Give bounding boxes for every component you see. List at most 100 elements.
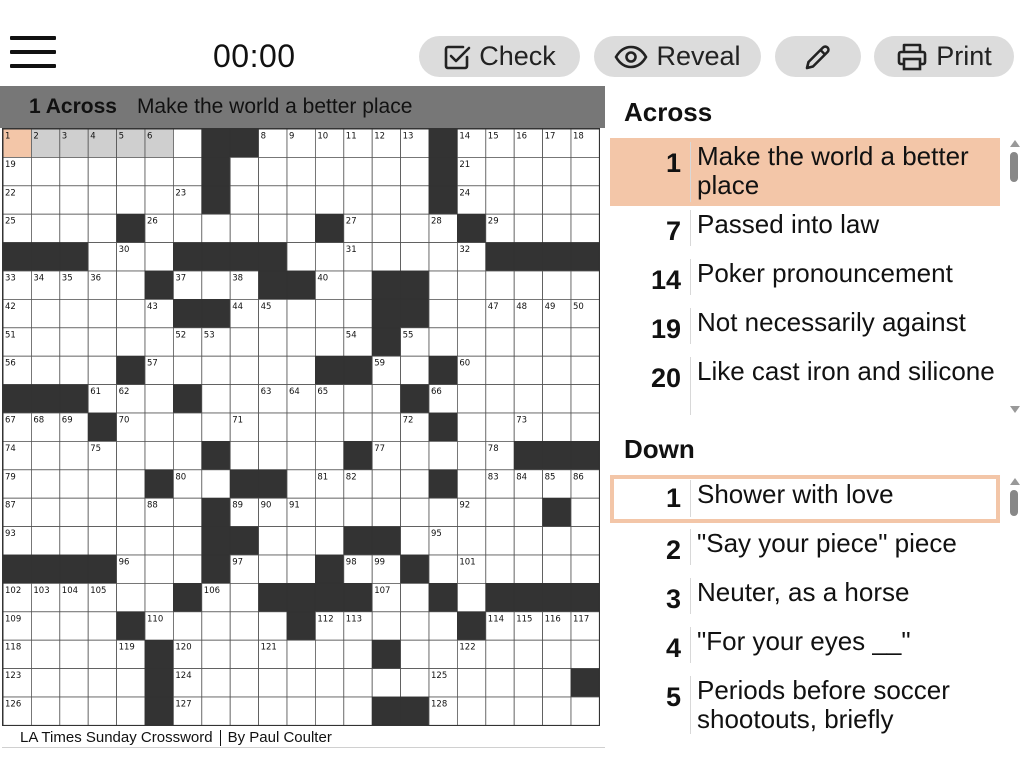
grid-cell[interactable] [116, 440, 146, 471]
grid-cell[interactable] [485, 384, 515, 414]
grid-cell[interactable] [116, 156, 146, 187]
grid-cell[interactable] [87, 185, 117, 215]
grid-cell[interactable] [371, 156, 402, 187]
grid-cell[interactable] [144, 412, 174, 442]
grid-cell[interactable] [314, 526, 345, 556]
grid-cell[interactable] [456, 582, 487, 613]
grid-cell[interactable] [343, 156, 373, 187]
grid-cell[interactable] [570, 213, 600, 243]
reveal-button[interactable]: Reveal [594, 36, 761, 77]
grid-cell[interactable] [59, 668, 89, 698]
scroll-up-arrow[interactable] [1010, 140, 1020, 147]
grid-cell[interactable] [343, 384, 373, 414]
grid-cell[interactable] [286, 242, 316, 272]
grid-cell[interactable] [144, 327, 174, 357]
grid-cell[interactable] [485, 270, 515, 300]
grid-cell[interactable] [144, 526, 174, 556]
grid-cell[interactable] [343, 696, 373, 726]
grid-cell[interactable] [485, 497, 515, 528]
grid-cell[interactable] [30, 298, 61, 329]
grid-cell[interactable] [258, 668, 288, 698]
grid-cell[interactable] [286, 696, 316, 726]
grid-cell[interactable] [30, 668, 61, 698]
scroll-up-arrow[interactable] [1010, 478, 1020, 485]
down-clue[interactable]: 2 "Say your piece" piece [610, 525, 1000, 571]
grid-cell[interactable] [428, 497, 458, 528]
grid-cell[interactable] [258, 327, 288, 357]
grid-cell[interactable] [513, 156, 544, 187]
grid-cell[interactable] [229, 384, 259, 414]
grid-cell[interactable] [258, 355, 288, 385]
grid-cell[interactable] [87, 526, 117, 556]
grid-cell[interactable] [314, 242, 345, 272]
grid-cell[interactable] [400, 639, 430, 670]
grid-cell[interactable] [258, 156, 288, 187]
grid-cell[interactable] [30, 327, 61, 357]
grid-cell[interactable] [229, 668, 259, 698]
grid-cell[interactable] [286, 156, 316, 187]
grid-cell[interactable] [428, 440, 458, 471]
grid-cell[interactable] [343, 639, 373, 670]
grid-cell[interactable] [485, 412, 515, 442]
grid-cell[interactable] [59, 327, 89, 357]
grid-cell[interactable] [144, 242, 174, 272]
menu-icon[interactable] [10, 36, 56, 70]
grid-cell[interactable] [513, 213, 544, 243]
grid-cell[interactable] [30, 355, 61, 385]
grid-cell[interactable] [542, 639, 572, 670]
grid-cell[interactable] [400, 469, 430, 499]
grid-cell[interactable] [513, 554, 544, 584]
grid-cell[interactable] [201, 270, 231, 300]
grid-cell[interactable] [30, 611, 61, 641]
grid-cell[interactable] [229, 582, 259, 613]
grid-cell[interactable] [456, 412, 487, 442]
grid-cell[interactable] [286, 185, 316, 215]
grid-cell[interactable] [229, 696, 259, 726]
grid-cell[interactable] [59, 526, 89, 556]
grid-cell[interactable] [456, 298, 487, 329]
grid-cell[interactable] [371, 242, 402, 272]
grid-cell[interactable] [87, 611, 117, 641]
grid-cell[interactable] [371, 469, 402, 499]
grid-cell[interactable] [513, 384, 544, 414]
grid-cell[interactable] [144, 440, 174, 471]
grid-cell[interactable] [201, 469, 231, 499]
grid-cell[interactable] [87, 327, 117, 357]
grid-cell[interactable] [400, 497, 430, 528]
grid-cell[interactable] [59, 497, 89, 528]
grid-cell[interactable] [201, 668, 231, 698]
grid-cell[interactable] [542, 270, 572, 300]
grid-cell[interactable] [513, 355, 544, 385]
grid-cell[interactable] [314, 668, 345, 698]
grid-cell[interactable] [485, 327, 515, 357]
grid-cell[interactable] [513, 696, 544, 726]
grid-cell[interactable] [400, 582, 430, 613]
grid-cell[interactable] [456, 327, 487, 357]
grid-cell[interactable] [513, 639, 544, 670]
grid-cell[interactable] [314, 440, 345, 471]
down-clue[interactable]: 1 Shower with love [610, 475, 1000, 523]
grid-cell[interactable] [87, 213, 117, 243]
grid-cell[interactable] [513, 270, 544, 300]
grid-cell[interactable] [116, 298, 146, 329]
grid-cell[interactable] [570, 327, 600, 357]
grid-cell[interactable] [172, 497, 203, 528]
grid-cell[interactable] [59, 440, 89, 471]
grid-cell[interactable] [201, 355, 231, 385]
grid-cell[interactable] [286, 526, 316, 556]
grid-cell[interactable] [201, 611, 231, 641]
grid-cell[interactable] [513, 668, 544, 698]
grid-cell[interactable] [456, 526, 487, 556]
grid-cell[interactable] [314, 298, 345, 329]
grid-cell[interactable] [400, 156, 430, 187]
grid-cell[interactable] [314, 327, 345, 357]
grid-cell[interactable] [343, 497, 373, 528]
grid-cell[interactable] [371, 668, 402, 698]
grid-cell[interactable] [428, 554, 458, 584]
grid-cell[interactable] [428, 242, 458, 272]
grid-cell[interactable] [87, 242, 117, 272]
grid-cell[interactable] [400, 242, 430, 272]
grid-cell[interactable] [87, 469, 117, 499]
grid-cell[interactable] [116, 185, 146, 215]
grid-cell[interactable] [428, 639, 458, 670]
